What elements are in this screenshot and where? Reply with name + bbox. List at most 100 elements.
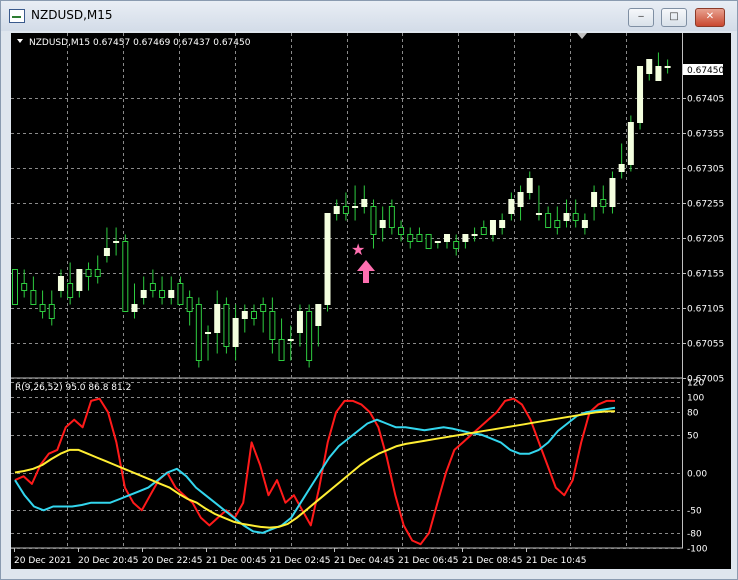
candle-body[interactable] <box>324 213 331 305</box>
candle-body[interactable] <box>508 199 515 214</box>
candle-body[interactable] <box>554 220 561 228</box>
candle-body[interactable] <box>563 213 570 221</box>
candle-body[interactable] <box>591 192 598 207</box>
indicator-tick-label: 100 <box>687 394 704 404</box>
candle-body[interactable] <box>30 290 37 305</box>
candle-body[interactable] <box>159 290 166 298</box>
indicator-tick-label: -50 <box>687 507 702 517</box>
candle-body[interactable] <box>499 220 506 228</box>
candle-body[interactable] <box>39 304 46 312</box>
chart-menu-triangle-icon[interactable] <box>17 39 23 43</box>
candle-body[interactable] <box>600 199 607 207</box>
price-chart-svg[interactable]: NZDUSD,M15 0.67457 0.67469 0.67437 0.674… <box>11 33 731 569</box>
candle-body[interactable] <box>581 220 588 228</box>
candle-body[interactable] <box>12 269 18 305</box>
candlestick-series[interactable] <box>12 52 671 368</box>
candle-body[interactable] <box>480 227 487 235</box>
candle-body[interactable] <box>471 234 478 236</box>
candle-body[interactable] <box>214 304 221 333</box>
candle-body[interactable] <box>278 339 285 361</box>
candle-body[interactable] <box>287 339 294 341</box>
price-tick-label: 0.67205 <box>687 235 724 245</box>
candle-body[interactable] <box>315 304 322 326</box>
candle-body[interactable] <box>223 304 230 347</box>
candle-body[interactable] <box>57 276 64 291</box>
candle-body[interactable] <box>122 241 129 312</box>
candle-body[interactable] <box>407 234 414 242</box>
close-button[interactable]: ✕ <box>695 8 725 27</box>
up-arrow-icon[interactable] <box>357 260 375 283</box>
candle-body[interactable] <box>637 66 644 123</box>
star-marker[interactable]: ★ <box>351 240 365 259</box>
candle-body[interactable] <box>434 241 441 243</box>
candle-body[interactable] <box>333 206 340 214</box>
candle-body[interactable] <box>342 206 349 214</box>
candle-body[interactable] <box>85 269 92 277</box>
candle-body[interactable] <box>462 234 469 242</box>
candle-body[interactable] <box>232 318 239 347</box>
candle-body[interactable] <box>241 311 248 319</box>
candle-body[interactable] <box>306 311 313 361</box>
chart-shift-marker-icon[interactable] <box>577 33 587 39</box>
candle-body[interactable] <box>627 122 634 165</box>
candle-body[interactable] <box>205 332 212 334</box>
candle-body[interactable] <box>48 304 55 319</box>
candle-body[interactable] <box>94 269 101 277</box>
indicator-tick-label: -100 <box>687 545 708 555</box>
minimize-icon: ‒ <box>637 11 645 22</box>
candle-body[interactable] <box>113 241 120 243</box>
price-tick-label: 0.67405 <box>687 95 724 105</box>
candle-body[interactable] <box>67 283 74 298</box>
candle-body[interactable] <box>444 234 451 242</box>
title-bar[interactable]: NZDUSD,M15 ‒ □ ✕ <box>1 1 737 31</box>
candle-body[interactable] <box>517 192 524 207</box>
candle-body[interactable] <box>177 283 184 305</box>
candle-body[interactable] <box>664 66 671 68</box>
price-tick-label: 0.67155 <box>687 270 724 280</box>
grid-lines <box>11 33 682 549</box>
candle-body[interactable] <box>296 311 303 333</box>
maximize-button[interactable]: □ <box>661 8 687 27</box>
candle-body[interactable] <box>535 213 542 215</box>
candle-body[interactable] <box>379 220 386 228</box>
candle-body[interactable] <box>388 206 395 228</box>
indicator-lines[interactable] <box>14 397 616 546</box>
candle-body[interactable] <box>21 283 28 291</box>
candle-body[interactable] <box>646 59 653 74</box>
indicator-line-cyan[interactable] <box>14 406 616 534</box>
candle-body[interactable] <box>131 304 138 312</box>
candle-body[interactable] <box>416 234 423 242</box>
candle-body[interactable] <box>609 178 616 207</box>
candle-body[interactable] <box>76 269 83 291</box>
candle-body[interactable] <box>250 311 257 319</box>
time-tick-label: 21 Dec 04:45 <box>334 556 395 566</box>
candle-body[interactable] <box>352 206 359 208</box>
candle-body[interactable] <box>195 304 202 361</box>
candle-body[interactable] <box>149 283 156 291</box>
candle-body[interactable] <box>618 164 625 172</box>
candle-body[interactable] <box>370 206 377 235</box>
candle-body[interactable] <box>186 297 193 312</box>
candle-body[interactable] <box>260 304 267 312</box>
indicator-line-red[interactable] <box>14 397 615 546</box>
candle-body[interactable] <box>453 241 460 249</box>
time-tick-label: 21 Dec 00:45 <box>206 556 267 566</box>
candle-body[interactable] <box>140 290 147 298</box>
candle-body[interactable] <box>398 227 405 235</box>
candle-body[interactable] <box>655 66 662 81</box>
time-tick-label: 21 Dec 08:45 <box>462 556 523 566</box>
candle-body[interactable] <box>489 220 496 235</box>
current-price-label: 0.67450 <box>687 66 724 76</box>
candle-body[interactable] <box>526 178 533 193</box>
candle-body[interactable] <box>361 199 368 207</box>
candle-body[interactable] <box>545 213 552 228</box>
candle-body[interactable] <box>572 213 579 221</box>
chart-area[interactable]: NZDUSD,M15 0.67457 0.67469 0.67437 0.674… <box>11 33 731 569</box>
chart-window-icon <box>9 9 25 23</box>
candle-body[interactable] <box>425 234 432 249</box>
minimize-button[interactable]: ‒ <box>628 8 654 27</box>
candle-body[interactable] <box>269 311 276 340</box>
indicator-tick-label: 80 <box>687 409 699 419</box>
candle-body[interactable] <box>103 248 110 256</box>
candle-body[interactable] <box>168 290 175 298</box>
